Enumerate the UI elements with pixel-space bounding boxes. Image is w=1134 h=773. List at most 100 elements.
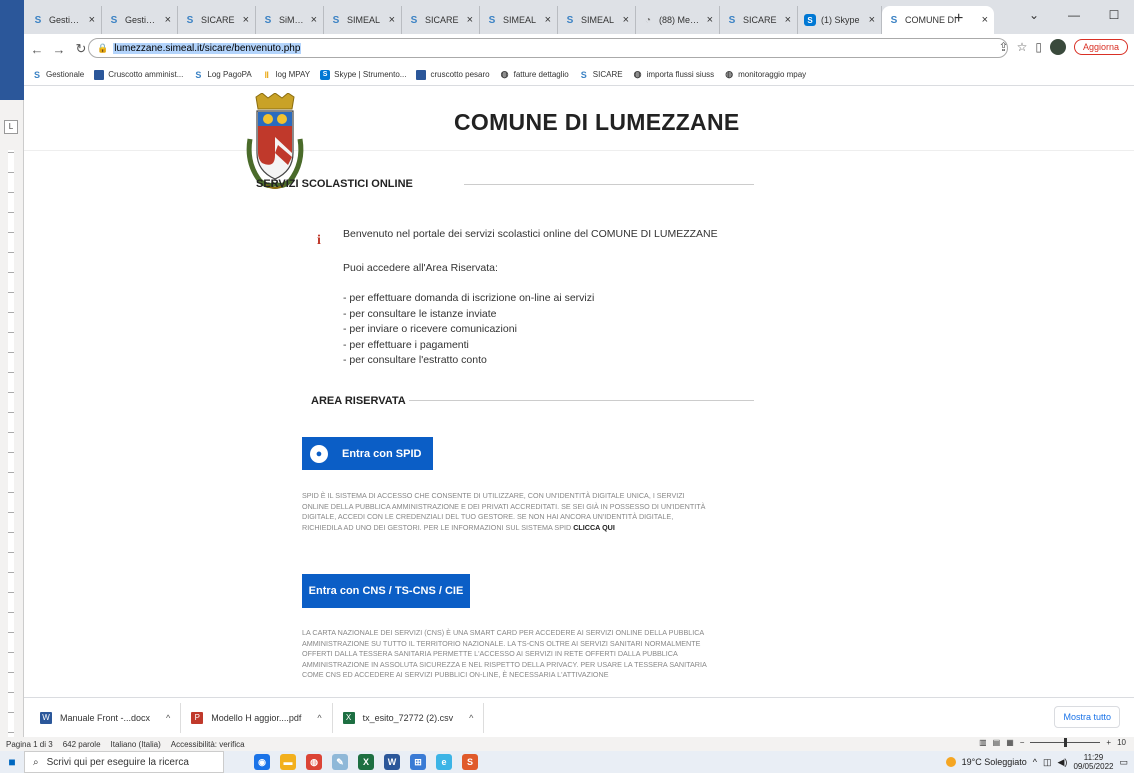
side-panel-icon[interactable]: ▯: [1035, 40, 1042, 54]
tray-expand-icon[interactable]: ^: [1033, 757, 1037, 767]
close-tab-icon[interactable]: ×: [982, 14, 988, 26]
tab-search-icon[interactable]: ⌄: [1014, 0, 1054, 30]
web-layout-icon[interactable]: ▦: [1006, 738, 1014, 747]
word-app-icon[interactable]: W: [384, 754, 400, 770]
notifications-icon[interactable]: ▭: [1119, 757, 1128, 768]
windows-start-icon[interactable]: ■: [0, 755, 24, 769]
excel-app-icon[interactable]: X: [358, 754, 374, 770]
browser-tab[interactable]: S (1) Skype ×: [798, 6, 882, 34]
browser-tab[interactable]: S Gestionale ×: [102, 6, 178, 34]
bookmark-item[interactable]: ◍ monitoraggio mpay: [724, 69, 806, 80]
chevron-up-icon[interactable]: ^: [469, 713, 473, 723]
clock[interactable]: 11:29 09/05/2022: [1073, 753, 1113, 771]
zoom-out-icon[interactable]: −: [1020, 738, 1025, 747]
network-app-icon[interactable]: ⊞: [410, 754, 426, 770]
bookmark-label: Skype | Strumento...: [334, 70, 407, 79]
close-tab-icon[interactable]: ×: [389, 14, 395, 26]
chevron-up-icon[interactable]: ^: [166, 713, 170, 723]
spid-info-link[interactable]: CLICCA QUI: [573, 523, 615, 532]
close-tab-icon[interactable]: ×: [785, 14, 791, 26]
forward-icon[interactable]: →: [50, 42, 68, 57]
download-item[interactable]: Xtx_esito_72772 (2).csv ^: [333, 702, 485, 733]
zoom-level[interactable]: 10: [1117, 738, 1126, 747]
bookmark-item[interactable]: Cruscotto amminist...: [94, 69, 183, 80]
weather-icon[interactable]: [945, 757, 956, 767]
browser-tab[interactable]: S SIMEAL ×: [324, 6, 402, 34]
show-all-downloads-button[interactable]: Mostra tutto: [1054, 706, 1120, 728]
download-item[interactable]: W Manuale Front -...docx ^: [30, 702, 182, 733]
browser-tab[interactable]: S SICARE ×: [402, 6, 480, 34]
edge-icon[interactable]: e: [436, 754, 452, 770]
cns-login-button[interactable]: Entra con CNS / TS-CNS / CIE: [302, 574, 470, 608]
s-logo-icon: S: [332, 14, 340, 26]
download-name: tx_esito_72772 (2).csv: [362, 712, 454, 723]
language-indicator[interactable]: Italiano (Italia): [111, 740, 161, 749]
file-explorer-icon[interactable]: ▬: [280, 754, 296, 770]
browser-tab[interactable]: S SiMeal ×: [256, 6, 324, 34]
bookmark-label: Gestionale: [46, 70, 85, 79]
cortana-icon[interactable]: ◉: [254, 754, 270, 770]
bookmark-item[interactable]: S Gestionale: [32, 70, 84, 80]
bookmark-item[interactable]: S SICARE: [579, 70, 623, 80]
close-tab-icon[interactable]: ×: [545, 14, 551, 26]
network-icon[interactable]: ◫: [1043, 757, 1052, 768]
close-tab-icon[interactable]: ×: [869, 14, 875, 26]
taskbar-apps: ◉ ▬ ◍ ✎ X W ⊞ e S: [254, 754, 478, 770]
tab-label: SICARE: [743, 15, 777, 25]
spid-login-button[interactable]: ● Entra con SPID: [302, 437, 433, 470]
update-button[interactable]: Aggiorna: [1073, 39, 1128, 55]
tab-selector[interactable]: L: [4, 120, 18, 134]
bookmark-item[interactable]: ◍ importa flussi siuss: [633, 69, 715, 80]
bookmark-label: cruscotto pesaro: [430, 70, 490, 79]
web-page: COMUNE DI LUMEZZANE SERVIZI SCOLASTICI O…: [24, 87, 1134, 697]
close-tab-icon[interactable]: ×: [707, 14, 713, 26]
bookmark-item[interactable]: ◍ fatture dettaglio: [500, 69, 569, 80]
url-text[interactable]: lumezzane.simeal.it/sicare/benvenuto.php: [113, 42, 302, 54]
s-app-icon[interactable]: S: [462, 754, 478, 770]
address-bar[interactable]: 🔒 lumezzane.simeal.it/sicare/benvenuto.p…: [88, 38, 1008, 58]
bookmark-item[interactable]: S Log PagoPA: [193, 70, 251, 80]
read-mode-icon[interactable]: ▥: [979, 738, 987, 747]
minimize-icon[interactable]: —: [1054, 0, 1094, 30]
chevron-up-icon[interactable]: ^: [317, 713, 321, 723]
close-tab-icon[interactable]: ×: [467, 14, 473, 26]
print-layout-icon[interactable]: ▤: [993, 738, 1001, 747]
chrome-icon[interactable]: ◍: [306, 754, 322, 770]
bookmark-item[interactable]: S Skype | Strumento...: [320, 69, 407, 80]
bookmark-item[interactable]: cruscotto pesaro: [416, 69, 490, 80]
star-icon[interactable]: ☆: [1017, 40, 1028, 54]
browser-tab[interactable]: S SIMEAL ×: [558, 6, 636, 34]
accessibility-check[interactable]: Accessibilità: verifica: [171, 740, 245, 749]
browser-tab[interactable]: ◔ (88) Messagg ×: [636, 6, 720, 34]
s-logo-icon: S: [488, 14, 496, 26]
browser-tab[interactable]: S Gestionale ×: [26, 6, 102, 34]
browser-tab[interactable]: S SICARE ×: [720, 6, 798, 34]
browser-tab[interactable]: S SICARE ×: [178, 6, 256, 34]
taskbar-search[interactable]: ⌕ Scrivi qui per eseguire la ricerca: [24, 751, 224, 773]
close-tab-icon[interactable]: ×: [165, 14, 171, 26]
page-count[interactable]: Pagina 1 di 3: [6, 740, 53, 749]
weather-text[interactable]: 19°C Soleggiato: [962, 757, 1027, 767]
close-tab-icon[interactable]: ×: [311, 14, 317, 26]
zoom-in-icon[interactable]: +: [1106, 738, 1111, 747]
browser-tab[interactable]: S COMUNE DI ×: [882, 6, 994, 34]
profile-avatar[interactable]: [1049, 39, 1066, 55]
bookmark-item[interactable]: ‖ log MPAY: [262, 70, 310, 80]
lock-icon[interactable]: 🔒: [97, 43, 108, 54]
zoom-slider[interactable]: [1030, 738, 1101, 747]
pen-tool-icon[interactable]: ✎: [332, 754, 348, 770]
list-item: - per effettuare domanda di iscrizione o…: [343, 292, 595, 304]
new-tab-button[interactable]: +: [954, 10, 963, 28]
close-tab-icon[interactable]: ×: [243, 14, 249, 26]
word-count[interactable]: 642 parole: [63, 740, 101, 749]
volume-icon[interactable]: ◀): [1058, 757, 1068, 768]
download-item[interactable]: P Modello H aggior....pdf ^: [181, 702, 333, 733]
maximize-icon[interactable]: ☐: [1094, 0, 1134, 30]
page-title: COMUNE DI LUMEZZANE: [454, 109, 740, 135]
close-tab-icon[interactable]: ×: [623, 14, 629, 26]
close-tab-icon[interactable]: ×: [89, 14, 95, 26]
browser-tab[interactable]: S SIMEAL ×: [480, 6, 558, 34]
globe-icon: ◍: [633, 69, 642, 79]
share-icon[interactable]: ⇪: [999, 40, 1009, 54]
back-icon[interactable]: ←: [28, 42, 46, 57]
